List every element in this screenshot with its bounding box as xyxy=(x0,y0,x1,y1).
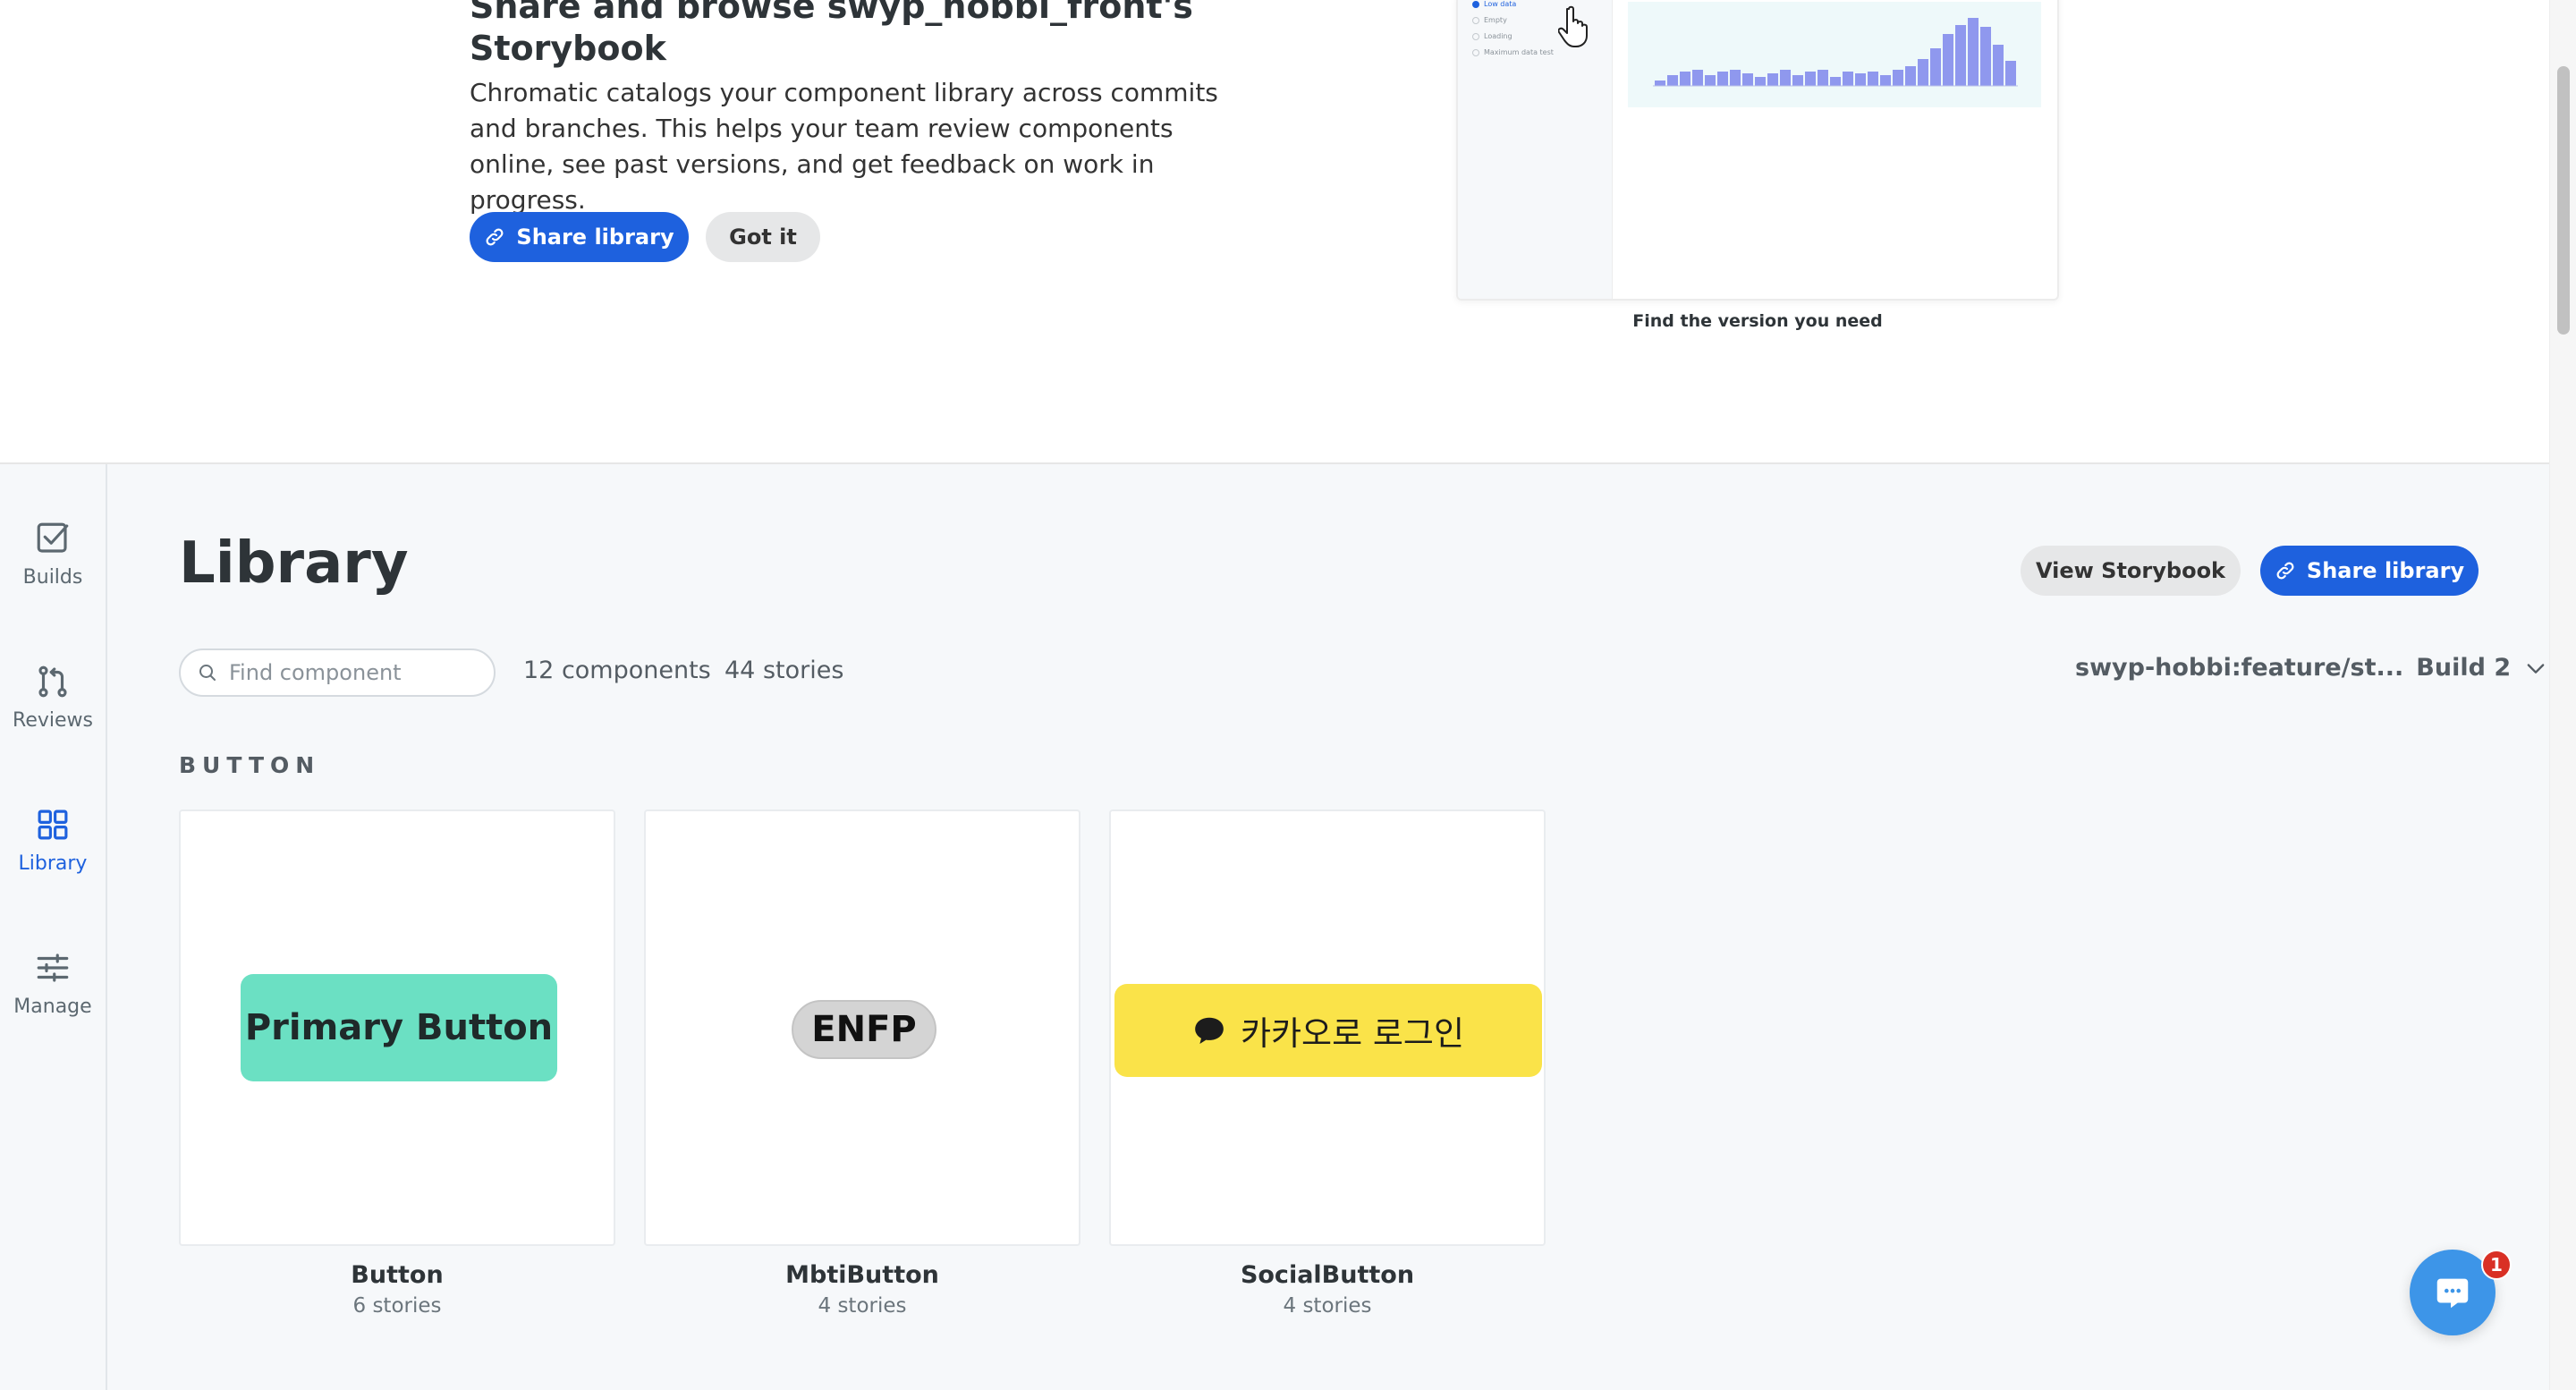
section-label: BUTTON xyxy=(179,752,321,778)
chat-notification-badge: 1 xyxy=(2481,1250,2512,1280)
component-count: 12 components xyxy=(523,657,711,684)
build-number: Build 2 xyxy=(2416,654,2512,682)
version-preview-image: Low data Empty Loading Maximum data test xyxy=(1456,0,2059,301)
link-icon xyxy=(2276,562,2294,580)
component-story-count: 4 stories xyxy=(1283,1294,1372,1318)
page-scrollbar[interactable] xyxy=(2549,0,2576,1390)
speech-bubble-icon xyxy=(1195,1017,1224,1045)
view-storybook-button[interactable]: View Storybook xyxy=(2021,546,2241,596)
banner-title: Share and browse swyp_hobbi_front's Stor… xyxy=(470,0,1193,68)
sidebar-item-label: Builds xyxy=(22,566,83,589)
search-input[interactable] xyxy=(229,660,462,685)
library-app: Builds Reviews Library Manage Library Vi… xyxy=(0,464,2549,1390)
sidebar-item-label: Manage xyxy=(13,996,92,1018)
pull-request-icon xyxy=(38,665,67,698)
mbti-button-preview: ENFP xyxy=(792,1000,936,1059)
component-story-count: 6 stories xyxy=(352,1294,442,1318)
component-name: SocialButton xyxy=(1240,1261,1415,1289)
branch-build-selector[interactable]: swyp-hobbi:feature/st... Build 2 xyxy=(2075,654,2548,682)
social-button-preview-label: 카카오로 로그인 xyxy=(1240,1014,1465,1053)
search-box[interactable] xyxy=(179,648,496,697)
banner-share-library-button[interactable]: Share library xyxy=(470,212,689,262)
checkbox-icon xyxy=(37,522,69,553)
banner-share-library-label: Share library xyxy=(516,225,674,250)
branch-name: swyp-hobbi:feature/st... xyxy=(2075,654,2404,682)
preview-bar-chart xyxy=(1628,2,2041,107)
chat-icon xyxy=(2436,1278,2469,1309)
chevron-down-icon xyxy=(2527,663,2545,674)
share-library-label: Share library xyxy=(2306,558,2465,583)
primary-button-preview: Primary Button xyxy=(241,974,557,1081)
sidebar-item-label: Reviews xyxy=(13,709,93,732)
component-card-mbtibutton[interactable]: ENFP xyxy=(644,809,1080,1246)
sidebar-item-library[interactable]: Library xyxy=(0,806,106,875)
preview-item: Maximum data test xyxy=(1472,48,1554,56)
scrollbar-thumb[interactable] xyxy=(2557,66,2570,335)
page-title: Library xyxy=(179,530,409,597)
share-library-button[interactable]: Share library xyxy=(2260,546,2479,596)
hand-cursor-icon xyxy=(1558,5,1588,47)
sliders-icon xyxy=(37,954,69,982)
sidebar-item-label: Library xyxy=(18,852,88,875)
banner-description: Chromatic catalogs your component librar… xyxy=(470,78,1218,215)
preview-item: Empty xyxy=(1472,16,1507,24)
preview-item: Low data xyxy=(1472,0,1516,8)
sidebar-item-builds[interactable]: Builds xyxy=(0,520,106,589)
got-it-button[interactable]: Got it xyxy=(706,212,820,262)
component-name: Button xyxy=(351,1261,444,1289)
component-card-button[interactable]: Primary Button xyxy=(179,809,615,1246)
social-button-preview: 카카오로 로그인 xyxy=(1114,984,1542,1077)
sidebar-item-reviews[interactable]: Reviews xyxy=(0,663,106,732)
component-story-count: 4 stories xyxy=(818,1294,907,1318)
sidebar-nav: Builds Reviews Library Manage xyxy=(0,464,107,1390)
story-count: 44 stories xyxy=(724,657,844,684)
sidebar-item-manage[interactable]: Manage xyxy=(0,949,106,1018)
grid-icon xyxy=(38,809,68,840)
preview-item: Loading xyxy=(1472,32,1513,40)
component-card-socialbutton[interactable]: 카카오로 로그인 xyxy=(1109,809,1546,1246)
search-icon xyxy=(199,665,216,681)
onboarding-banner: Share and browse swyp_hobbi_front's Stor… xyxy=(0,0,2549,464)
preview-caption: Find the version you need xyxy=(1632,311,1883,331)
component-name: MbtiButton xyxy=(785,1261,939,1289)
link-icon xyxy=(486,228,504,246)
